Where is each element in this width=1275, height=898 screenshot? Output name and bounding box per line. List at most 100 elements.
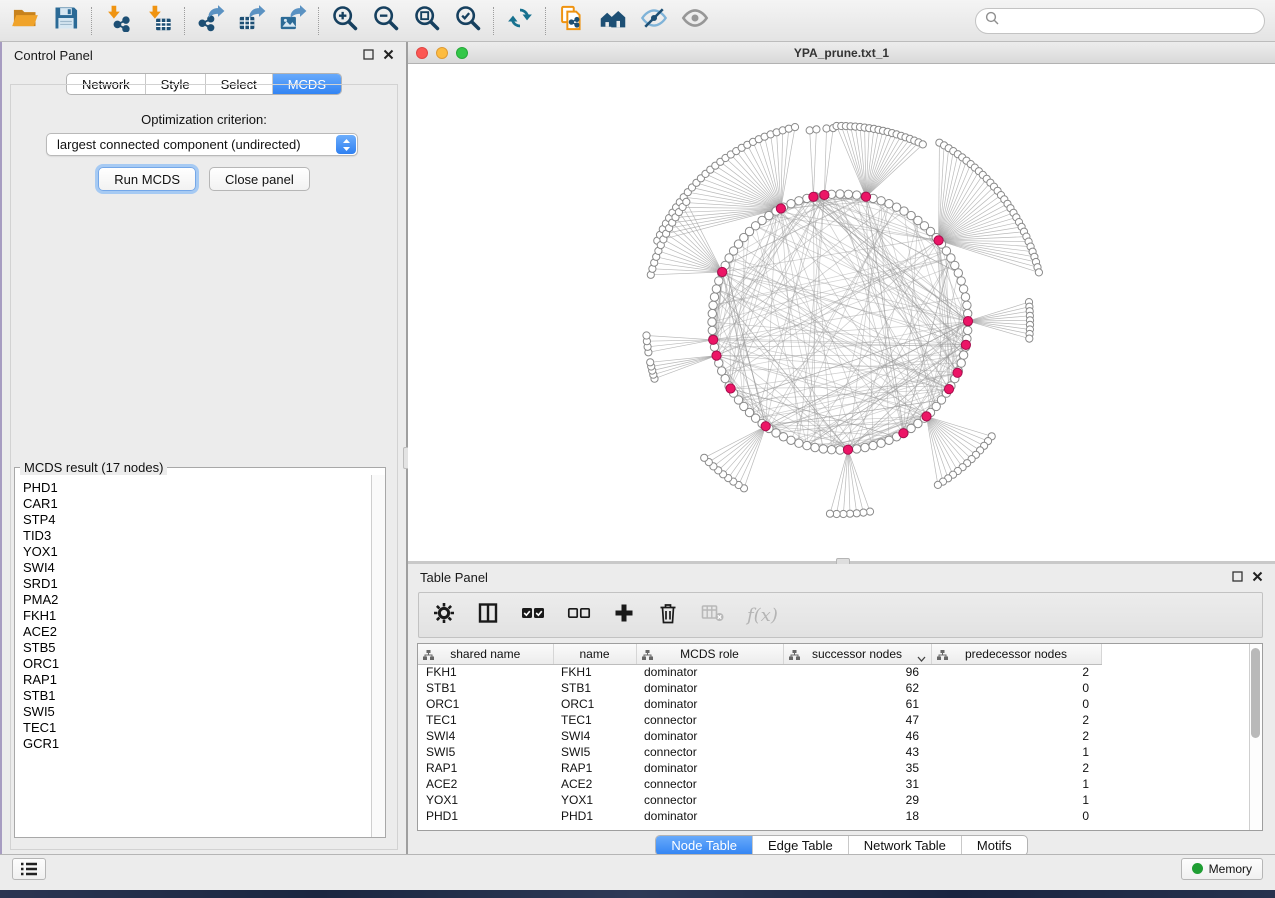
clone-network-button[interactable] [551, 3, 592, 39]
table-cell[interactable]: dominator [636, 680, 783, 696]
table-cell[interactable]: 29 [783, 792, 931, 808]
column-selector-button[interactable] [477, 602, 499, 629]
column-header-successor-nodes[interactable]: successor nodes [783, 644, 931, 664]
mcds-result-item[interactable]: YOX1 [23, 544, 371, 560]
add-column-button[interactable] [613, 602, 635, 629]
import-network-button[interactable] [97, 3, 138, 39]
table-row[interactable]: RAP1RAP1dominator352 [418, 760, 1245, 776]
table-cell[interactable]: 35 [783, 760, 931, 776]
tab-edge-table[interactable]: Edge Table [752, 836, 848, 855]
memory-button[interactable]: Memory [1181, 858, 1263, 880]
table-cell[interactable]: STB1 [418, 680, 553, 696]
close-traffic-light[interactable] [416, 47, 428, 59]
table-cell[interactable]: 2 [931, 712, 1101, 728]
mcds-result-item[interactable]: RAP1 [23, 672, 371, 688]
table-cell[interactable]: SWI5 [418, 744, 553, 760]
first-neighbors-button[interactable] [592, 3, 633, 39]
mcds-result-item[interactable]: TEC1 [23, 720, 371, 736]
mcds-result-item[interactable]: SWI4 [23, 560, 371, 576]
table-row[interactable]: ORC1ORC1dominator610 [418, 696, 1245, 712]
table-cell[interactable]: 0 [931, 696, 1101, 712]
table-cell[interactable]: dominator [636, 728, 783, 744]
select-all-button[interactable] [521, 602, 545, 629]
table-cell[interactable]: YOX1 [553, 792, 636, 808]
table-cell[interactable]: 46 [783, 728, 931, 744]
table-cell[interactable]: SWI4 [418, 728, 553, 744]
mcds-result-item[interactable]: SWI5 [23, 704, 371, 720]
float-panel-icon[interactable] [1232, 569, 1243, 587]
table-row[interactable]: SWI4SWI4dominator462 [418, 728, 1245, 744]
table-cell[interactable]: SWI4 [553, 728, 636, 744]
table-settings-button[interactable] [433, 602, 455, 629]
search-input[interactable] [1006, 13, 1255, 28]
mcds-result-item[interactable]: ACE2 [23, 624, 371, 640]
tab-motifs[interactable]: Motifs [961, 836, 1027, 855]
table-cell[interactable]: 61 [783, 696, 931, 712]
column-header-predecessor-nodes[interactable]: predecessor nodes [931, 644, 1101, 664]
column-header-shared-name[interactable]: shared name [418, 644, 553, 664]
mcds-list-scrollbar[interactable] [371, 475, 385, 837]
table-cell[interactable]: dominator [636, 696, 783, 712]
table-cell[interactable]: 1 [931, 776, 1101, 792]
mcds-result-item[interactable]: STB1 [23, 688, 371, 704]
table-cell[interactable]: FKH1 [418, 664, 553, 680]
table-cell[interactable]: TEC1 [418, 712, 553, 728]
table-cell[interactable]: 62 [783, 680, 931, 696]
show-task-history-button[interactable] [12, 858, 46, 880]
mcds-result-item[interactable]: STB5 [23, 640, 371, 656]
table-cell[interactable]: FKH1 [553, 664, 636, 680]
open-file-button[interactable] [4, 3, 45, 39]
mcds-result-item[interactable]: GCR1 [23, 736, 371, 752]
table-cell[interactable]: ORC1 [553, 696, 636, 712]
mcds-result-item[interactable]: ORC1 [23, 656, 371, 672]
refresh-view-button[interactable] [499, 3, 540, 39]
table-cell[interactable]: 2 [931, 760, 1101, 776]
table-cell[interactable]: RAP1 [418, 760, 553, 776]
table-cell[interactable]: RAP1 [553, 760, 636, 776]
table-cell[interactable]: 96 [783, 664, 931, 680]
mcds-result-item[interactable]: PMA2 [23, 592, 371, 608]
table-row[interactable]: TEC1TEC1connector472 [418, 712, 1245, 728]
table-cell[interactable]: 1 [931, 744, 1101, 760]
table-cell[interactable]: dominator [636, 760, 783, 776]
table-cell[interactable]: ACE2 [553, 776, 636, 792]
close-panel-button[interactable]: Close panel [209, 167, 310, 191]
table-row[interactable]: STB1STB1dominator620 [418, 680, 1245, 696]
tab-node-table[interactable]: Node Table [656, 836, 752, 855]
table-cell[interactable]: 0 [931, 808, 1101, 824]
zoom-fit-button[interactable] [406, 3, 447, 39]
table-cell[interactable]: 1 [931, 792, 1101, 808]
table-cell[interactable]: 18 [783, 808, 931, 824]
show-all-button[interactable] [674, 3, 715, 39]
table-cell[interactable]: ACE2 [418, 776, 553, 792]
column-header-MCDS-role[interactable]: MCDS role [636, 644, 783, 664]
table-cell[interactable]: ORC1 [418, 696, 553, 712]
table-row[interactable]: PHD1PHD1dominator180 [418, 808, 1245, 824]
table-cell[interactable]: 0 [931, 680, 1101, 696]
mcds-result-item[interactable]: PHD1 [23, 480, 371, 496]
hide-selected-button[interactable] [633, 3, 674, 39]
optimization-criterion-select[interactable]: largest connected component (undirected) [46, 133, 358, 156]
scrollbar-thumb[interactable] [1251, 648, 1260, 738]
table-cell[interactable]: 47 [783, 712, 931, 728]
export-image-button[interactable] [272, 3, 313, 39]
table-row[interactable]: FKH1FKH1dominator962 [418, 664, 1245, 680]
network-canvas[interactable] [408, 64, 1275, 561]
table-cell[interactable]: connector [636, 792, 783, 808]
table-cell[interactable]: dominator [636, 664, 783, 680]
table-scrollbar[interactable] [1249, 644, 1262, 830]
maximize-traffic-light[interactable] [456, 47, 468, 59]
close-panel-icon[interactable] [383, 47, 394, 65]
float-panel-icon[interactable] [363, 47, 374, 65]
export-network-button[interactable] [190, 3, 231, 39]
deselect-all-button[interactable] [567, 602, 591, 629]
mcds-result-item[interactable]: SRD1 [23, 576, 371, 592]
close-panel-icon[interactable] [1252, 569, 1263, 587]
save-session-button[interactable] [45, 3, 86, 39]
table-cell[interactable]: YOX1 [418, 792, 553, 808]
mcds-result-item[interactable]: CAR1 [23, 496, 371, 512]
table-cell[interactable]: STB1 [553, 680, 636, 696]
table-cell[interactable]: 2 [931, 664, 1101, 680]
table-row[interactable]: YOX1YOX1connector291 [418, 792, 1245, 808]
import-table-button[interactable] [138, 3, 179, 39]
